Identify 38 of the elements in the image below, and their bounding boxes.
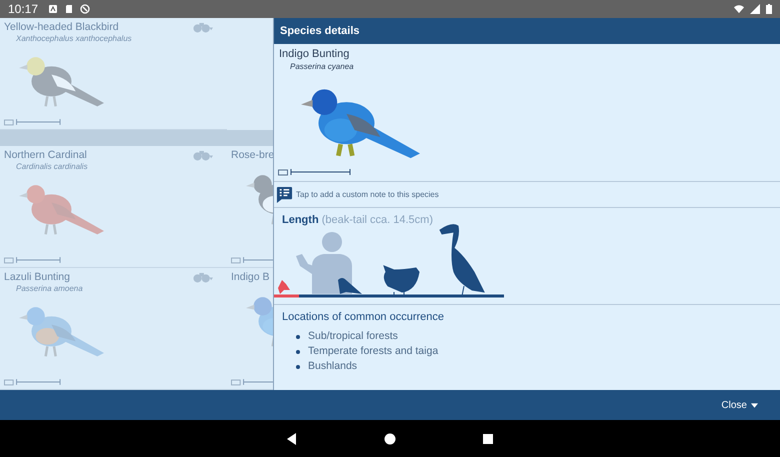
species-card[interactable]: Northern Cardinal Cardinalis cardinalis [0,146,227,268]
back-icon[interactable] [286,432,298,444]
panel-title: Species details [280,25,360,37]
scale-ruler-icon [278,168,352,176]
bullet-icon [296,364,300,368]
location-item: Bushlands [308,359,358,374]
section-heading: Locations of common occurrence [281,310,446,325]
sd-card-icon [64,4,74,14]
species-name: Indigo Bunting [278,48,350,60]
species-name: Indigo B [231,271,270,284]
caret-icon [751,402,758,408]
species-name: Northern Cardinal [4,149,87,162]
location-item: Temperate forests and taiga [308,344,438,359]
home-icon[interactable] [384,432,396,444]
species-name: Lazuli Bunting [4,271,70,284]
note-icon [276,186,293,203]
species-name: Yellow-headed Blackbird [4,21,119,34]
scale-ruler-icon [4,256,62,264]
signal-icon [750,4,760,14]
scientific-name: Cardinalis cardinalis [15,162,88,172]
battery-icon [766,4,772,14]
length-label: Length (beak-tail cca. 14.5cm) [281,213,434,226]
scientific-name: Xanthocephalus xanthocephalus [15,34,132,44]
bullet-icon [296,350,300,354]
close-button[interactable]: Close [717,396,762,414]
clock-time: 10:17 [8,2,38,16]
wifi-icon [734,4,744,14]
scale-ruler-icon [231,378,273,386]
scale-ruler-icon [231,256,273,264]
bullet-icon [296,334,300,338]
scientific-name: Passerina amoena [15,284,83,294]
scale-ruler-icon [4,378,62,386]
scientific-name: Passerina cyanea [289,62,355,71]
custom-note-button[interactable]: Tap to add a custom note to this species [274,182,780,207]
location-item: Sub/tropical forests [308,329,398,344]
recents-icon[interactable] [482,432,494,444]
scale-ruler-icon [4,118,62,126]
notification-icon [48,4,58,14]
